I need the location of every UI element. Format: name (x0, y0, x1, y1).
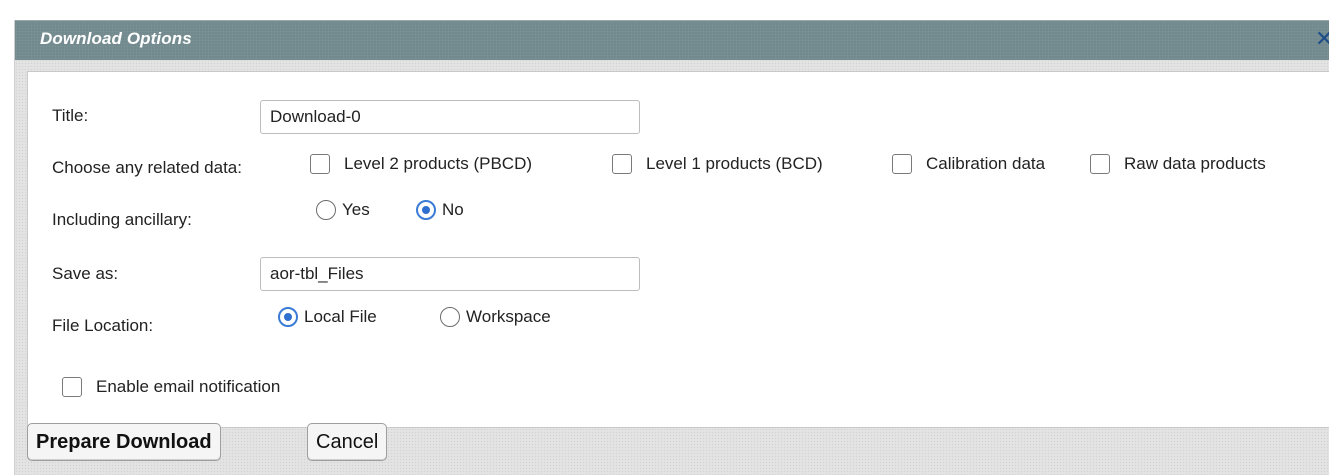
download-options-dialog: Download Options ✕ Title: Choose any rel… (14, 20, 1329, 475)
checkbox-level2-products[interactable]: Level 2 products (PBCD) (310, 154, 532, 174)
checkbox-email-notification[interactable]: Enable email notification (62, 377, 280, 397)
prepare-download-button[interactable]: Prepare Download (27, 423, 221, 461)
options-panel: Title: Choose any related data: Level 2 … (27, 71, 1329, 428)
checkbox-calibration-data[interactable]: Calibration data (892, 154, 1045, 174)
radio-label: Local File (304, 307, 377, 326)
save-as-label: Save as: (52, 264, 119, 283)
title-label: Title: (52, 106, 89, 125)
checkbox-level1-products[interactable]: Level 1 products (BCD) (612, 154, 823, 174)
dialog-title: Download Options (40, 29, 192, 48)
save-as-input[interactable] (260, 257, 640, 291)
checkbox-label: Raw data products (1124, 154, 1266, 173)
ancillary-label: Including ancillary: (52, 210, 192, 229)
radio-local-file[interactable]: Local File (278, 307, 377, 327)
title-input[interactable] (260, 100, 640, 134)
radio-circle[interactable] (440, 307, 460, 327)
radio-ancillary-yes[interactable]: Yes (316, 200, 370, 220)
checkbox-label: Level 1 products (BCD) (646, 154, 823, 173)
checkbox-box[interactable] (310, 154, 330, 174)
radio-ancillary-no[interactable]: No (416, 200, 464, 220)
checkbox-label: Calibration data (926, 154, 1046, 173)
dialog-titlebar[interactable]: Download Options ✕ (15, 20, 1329, 60)
radio-circle-selected[interactable] (278, 307, 298, 327)
radio-label: No (442, 200, 464, 219)
checkbox-box[interactable] (1090, 154, 1110, 174)
checkbox-label: Enable email notification (96, 377, 281, 396)
radio-circle-selected[interactable] (416, 200, 436, 220)
cancel-button[interactable]: Cancel (307, 423, 388, 461)
file-location-label: File Location: (52, 316, 154, 335)
radio-label: Workspace (466, 307, 551, 326)
checkbox-box[interactable] (612, 154, 632, 174)
checkbox-raw-data-products[interactable]: Raw data products (1090, 154, 1266, 174)
close-icon[interactable]: ✕ (1315, 27, 1329, 51)
checkbox-label: Level 2 products (PBCD) (344, 154, 533, 173)
radio-workspace[interactable]: Workspace (440, 307, 551, 327)
radio-circle[interactable] (316, 200, 336, 220)
checkbox-box[interactable] (62, 377, 82, 397)
related-data-label: Choose any related data: (52, 158, 242, 177)
checkbox-box[interactable] (892, 154, 912, 174)
radio-label: Yes (342, 200, 370, 219)
